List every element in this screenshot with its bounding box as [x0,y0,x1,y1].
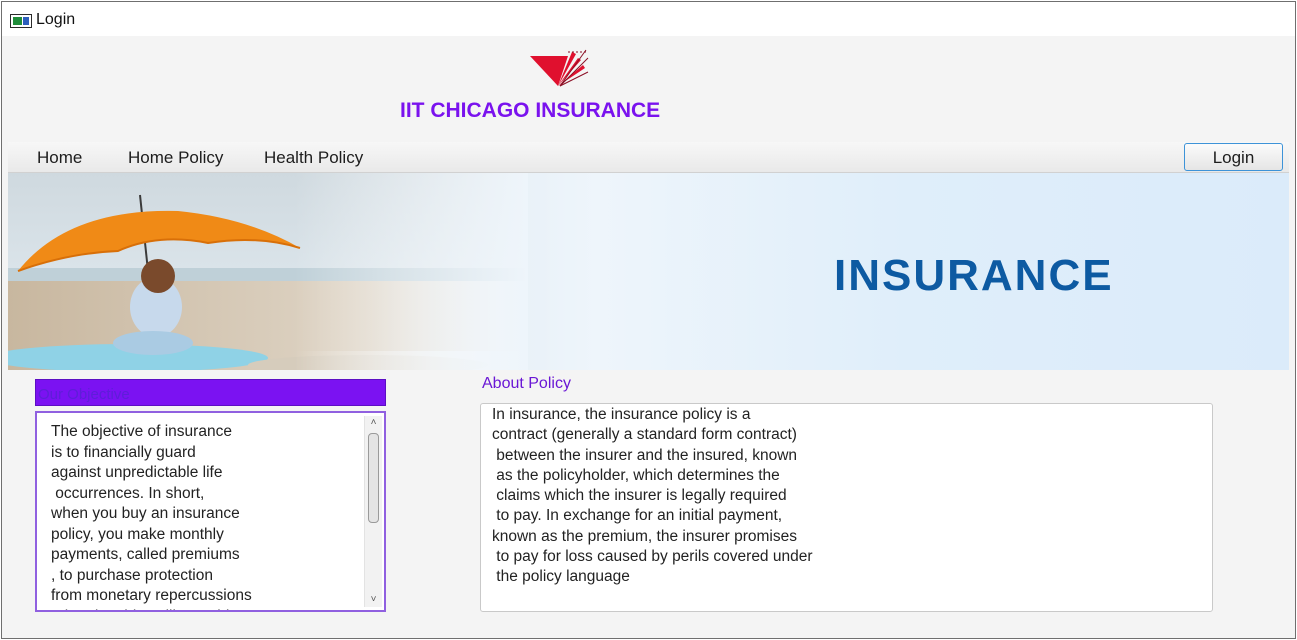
objective-scrollbar[interactable]: ˄ ˅ [364,416,382,607]
menu-item-health-policy[interactable]: Health Policy [264,148,363,168]
beach-umbrella-image [8,173,528,370]
menu-item-home-policy[interactable]: Home Policy [128,148,223,168]
about-policy-label: About Policy [482,375,571,392]
title-bar: Login [2,2,1295,36]
menu-item-home[interactable]: Home [37,148,82,168]
objective-header: Our Objective [35,379,386,406]
login-button[interactable]: Login [1184,143,1283,171]
about-policy-text: In insurance, the insurance policy is a … [492,406,813,586]
scroll-up-icon[interactable]: ˄ [365,416,382,430]
scroll-down-icon[interactable]: ˅ [365,593,382,607]
app-window-icon [10,14,32,28]
scroll-thumb[interactable] [368,433,379,523]
iit-logo-icon [530,49,589,87]
app-window: Login IIT CHICAGO INSURANCE Home Home Po… [1,1,1296,639]
company-name: IIT CHICAGO INSURANCE [400,99,661,122]
objective-text: The objective of insurance is to financi… [51,423,259,610]
about-policy-textarea[interactable]: In insurance, the insurance policy is a … [480,403,1213,612]
objective-textarea[interactable]: The objective of insurance is to financi… [35,411,386,612]
menu-bar: Home Home Policy Health Policy [8,142,1289,173]
banner-title: INSURANCE [834,251,1114,300]
window-title: Login [36,11,76,28]
banner-image: INSURANCE [8,173,1289,370]
